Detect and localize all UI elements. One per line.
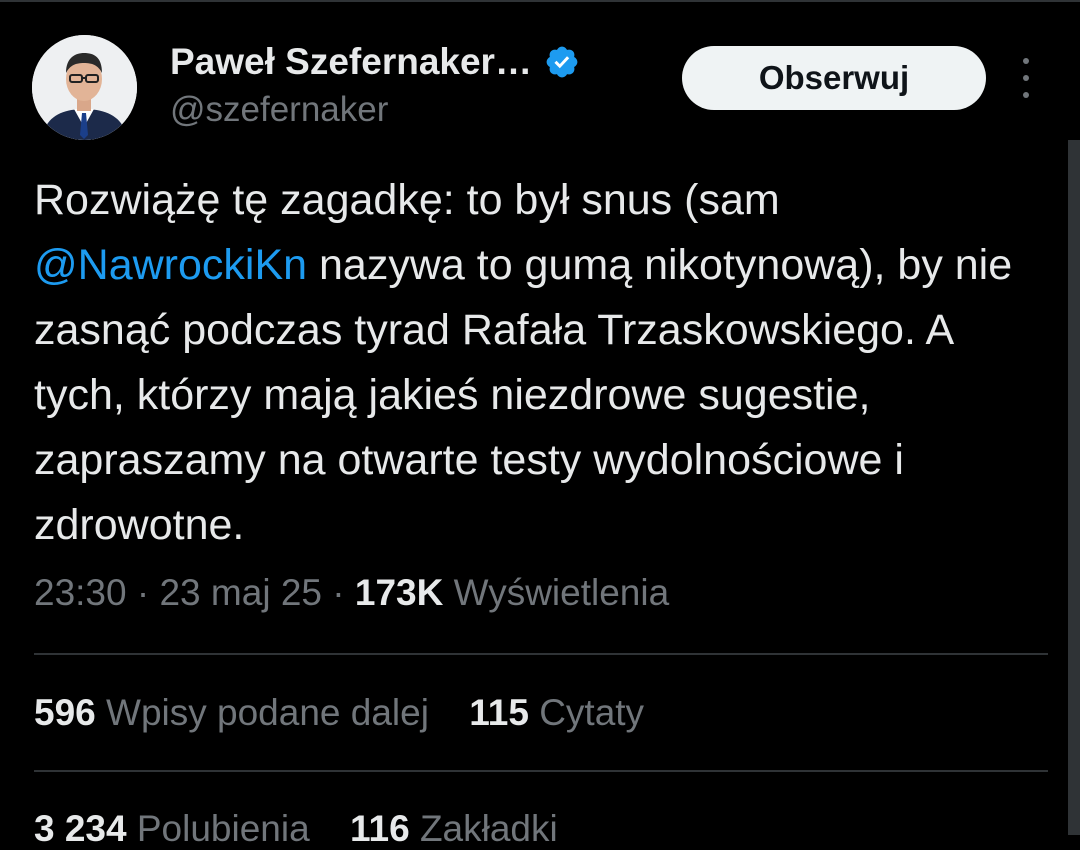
more-dot xyxy=(1023,75,1029,81)
reposts-label: Wpisy podane dalej xyxy=(106,692,429,733)
reposts-count: 596 xyxy=(34,692,96,733)
likes-label: Polubienia xyxy=(136,808,310,849)
tweet-time[interactable]: 23:30 xyxy=(34,572,127,613)
follow-button[interactable]: Obserwuj xyxy=(682,46,986,110)
scrollbar[interactable] xyxy=(1068,140,1080,835)
bookmarks-label: Zakładki xyxy=(419,808,558,849)
avatar[interactable] xyxy=(32,35,137,140)
views-count: 173K xyxy=(354,572,444,613)
divider xyxy=(34,770,1048,772)
bookmarks-stat[interactable]: 116 Zakładki xyxy=(350,808,558,849)
avatar-image xyxy=(32,35,137,140)
mention-link[interactable]: @NawrockiKn xyxy=(34,241,307,289)
verified-badge-icon xyxy=(544,44,580,80)
meta-separator: · xyxy=(332,572,355,613)
divider xyxy=(34,653,1048,655)
reposts-stat[interactable]: 596 Wpisy podane dalej xyxy=(34,692,429,733)
likes-count: 3 234 xyxy=(34,808,127,849)
bookmarks-count: 116 xyxy=(349,808,410,849)
quotes-stat[interactable]: 115 Cytaty xyxy=(469,692,644,733)
quotes-count: 115 xyxy=(469,692,529,733)
author-handle[interactable]: @szefernaker xyxy=(170,90,388,130)
tweet-text-part: Rozwiążę tę zagadkę: to był snus (sam xyxy=(34,176,780,224)
more-dot xyxy=(1023,92,1029,98)
top-border xyxy=(0,0,1080,2)
tweet-date[interactable]: 23 maj 25 xyxy=(159,572,322,613)
stats-row-likes: 3 234 Polubienia 116 Zakładki xyxy=(34,808,588,850)
stats-row-reposts: 596 Wpisy podane dalej 115 Cytaty xyxy=(34,692,674,734)
views-label: Wyświetlenia xyxy=(453,572,670,613)
meta-separator: · xyxy=(136,572,160,613)
author-name[interactable]: Paweł Szefernaker… xyxy=(170,41,532,83)
author-name-row: Paweł Szefernaker… xyxy=(170,40,580,84)
quotes-label: Cytaty xyxy=(539,692,645,733)
tweet-text: Rozwiążę tę zagadkę: to był snus (sam @N… xyxy=(34,168,1049,558)
more-dot xyxy=(1023,58,1029,64)
likes-stat[interactable]: 3 234 Polubienia xyxy=(34,808,310,849)
more-options-icon[interactable] xyxy=(1012,58,1040,98)
tweet-meta: 23:30 · 23 maj 25 · 173K Wyświetlenia xyxy=(34,572,669,614)
